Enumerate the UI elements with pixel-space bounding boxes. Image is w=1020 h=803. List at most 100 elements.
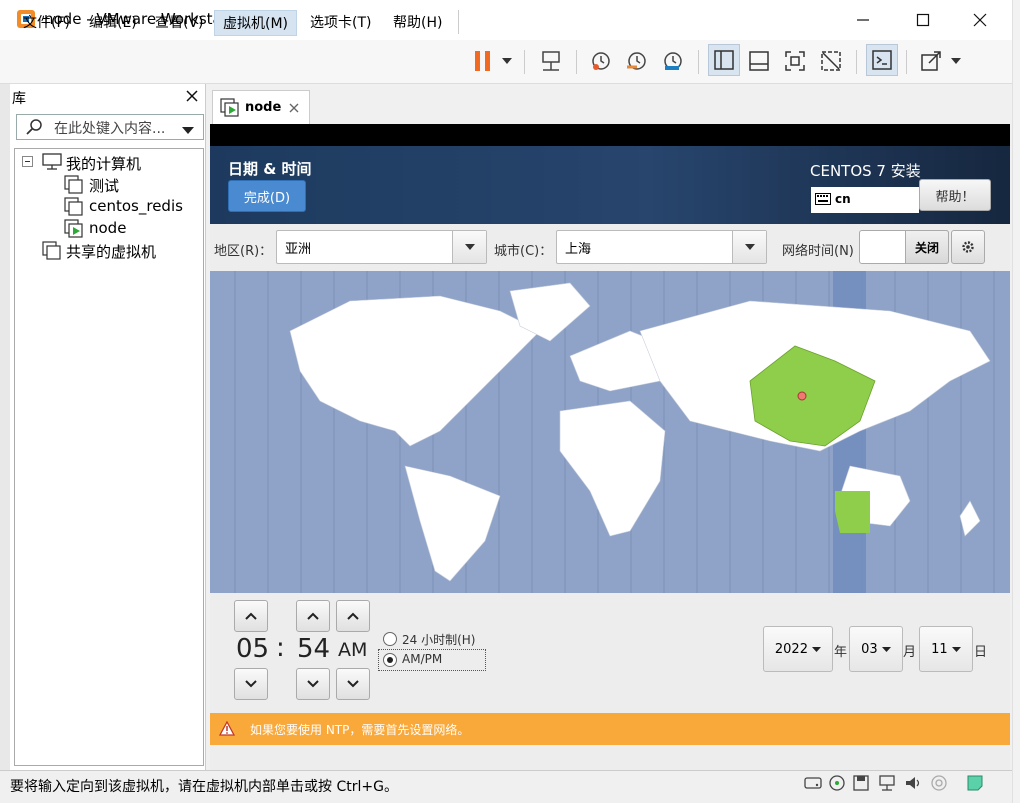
chevron-up-icon	[245, 612, 257, 620]
minimize-button[interactable]	[838, 0, 888, 40]
tree-item-vm-centos-redis[interactable]: centos_redis	[89, 197, 183, 215]
product-title: CENTOS 7 安装	[810, 162, 921, 180]
city-select[interactable]: 上海	[556, 230, 767, 264]
menu-file[interactable]: 文件(F)	[15, 10, 78, 36]
network-adapter-icon[interactable]	[878, 774, 896, 792]
menu-edit[interactable]: 编辑(E)	[81, 10, 145, 36]
message-log-icon[interactable]	[966, 774, 984, 792]
day-select[interactable]: 11	[919, 626, 973, 672]
unity-button[interactable]	[816, 46, 846, 76]
minute-down-button[interactable]	[296, 668, 330, 700]
gear-icon	[962, 241, 974, 253]
floppy-icon[interactable]	[852, 774, 870, 792]
hard-disk-icon[interactable]	[804, 774, 822, 792]
toolbar-separator	[856, 50, 857, 74]
snapshot-button[interactable]	[586, 46, 616, 76]
revert-snapshot-icon	[627, 52, 646, 70]
display-icon[interactable]	[930, 774, 948, 792]
collapse-icon[interactable]	[22, 156, 33, 167]
status-text: 要将输入定向到该虚拟机，请在虚拟机内部单击或按 Ctrl+G。	[10, 779, 398, 795]
computer-icon	[42, 153, 62, 170]
tree-item-vm-node[interactable]: node	[89, 219, 126, 237]
page-title: 日期 & 时间	[228, 160, 312, 178]
snapshot-manager-button[interactable]	[658, 46, 688, 76]
tree-item-shared-vms[interactable]: 共享的虚拟机	[66, 241, 156, 262]
help-button[interactable]: 帮助！	[919, 179, 991, 211]
year-unit: 年	[834, 645, 848, 660]
library-layout-icon	[714, 50, 734, 70]
format-24h-label: 24 小时制(H)	[402, 633, 476, 647]
chevron-up-icon	[347, 612, 359, 620]
tab-close-button[interactable]	[289, 101, 299, 117]
console-icon	[872, 50, 892, 70]
month-select[interactable]: 03	[849, 626, 903, 672]
network-computer-icon	[542, 51, 560, 71]
unity-icon	[821, 51, 841, 71]
toolbar-separator	[906, 50, 907, 74]
tree-item-vm-test[interactable]: 测试	[89, 175, 119, 196]
done-button[interactable]: 完成(D)	[228, 180, 306, 212]
ntp-label: 网络时间(N)	[782, 244, 854, 259]
chevron-down-icon	[347, 680, 359, 688]
chevron-down-icon	[732, 231, 766, 263]
year-value: 2022	[774, 641, 808, 657]
city-label: 城市(C)：	[494, 244, 553, 259]
sound-card-icon[interactable]	[904, 774, 922, 792]
hour-down-button[interactable]	[234, 668, 268, 700]
send-ctrl-alt-del-button[interactable]	[536, 46, 566, 76]
vm-running-icon	[64, 219, 83, 238]
format-ampm-label: AM/PM	[402, 652, 443, 666]
maximize-button[interactable]	[898, 0, 948, 40]
menu-help[interactable]: 帮助(H)	[385, 10, 450, 36]
menu-view[interactable]: 查看(V)	[147, 10, 212, 36]
thumbnail-bar-button[interactable]	[744, 46, 774, 76]
power-dropdown[interactable]	[496, 46, 518, 76]
menu-vm[interactable]: 虚拟机(M)	[214, 10, 298, 36]
tree-item-my-computer[interactable]: 我的计算机	[66, 153, 141, 174]
pause-button[interactable]	[468, 46, 498, 76]
city-value: 上海	[565, 242, 592, 257]
search-dropdown[interactable]	[182, 122, 194, 138]
stretch-dropdown[interactable]	[946, 46, 966, 76]
ntp-settings-button[interactable]	[951, 230, 985, 264]
close-icon	[973, 13, 987, 27]
snapshot-manager-icon	[664, 52, 682, 70]
ampm-up-button[interactable]	[336, 600, 370, 632]
format-ampm-radio[interactable]	[383, 653, 397, 667]
cd-drive-icon[interactable]	[828, 774, 846, 792]
stretch-button[interactable]	[916, 46, 946, 76]
console-view-button[interactable]	[866, 44, 898, 76]
time-separator: :	[276, 633, 285, 663]
library-title: 库	[12, 91, 26, 107]
format-24h-radio[interactable]	[383, 632, 397, 646]
chevron-down-icon	[245, 680, 257, 688]
search-icon	[26, 119, 42, 135]
vm-running-icon	[220, 98, 239, 117]
selected-region-australia	[835, 491, 870, 533]
month-value: 03	[861, 641, 878, 657]
show-library-button[interactable]	[708, 44, 740, 76]
menu-tabs[interactable]: 选项卡(T)	[302, 10, 379, 36]
revert-snapshot-button[interactable]	[622, 46, 652, 76]
snapshot-clock-icon	[592, 52, 610, 70]
world-map	[234, 271, 995, 593]
vm-icon	[64, 197, 83, 216]
region-select[interactable]: 亚洲	[276, 230, 487, 264]
year-select[interactable]: 2022	[763, 626, 833, 672]
close-window-button[interactable]	[955, 0, 1005, 40]
region-value: 亚洲	[285, 242, 312, 257]
ampm-down-button[interactable]	[336, 668, 370, 700]
maximize-icon	[916, 13, 930, 27]
close-icon	[289, 103, 299, 113]
fullscreen-button[interactable]	[780, 46, 810, 76]
pause-icon	[475, 51, 490, 71]
hour-up-button[interactable]	[234, 600, 268, 632]
radio-selected-dot	[387, 657, 393, 663]
library-close-button[interactable]	[186, 88, 198, 106]
keyboard-layout-label: cn	[835, 192, 851, 206]
chevron-down-icon	[182, 127, 194, 134]
timezone-map[interactable]	[210, 271, 1010, 593]
chevron-down-icon	[452, 231, 486, 263]
ntp-toggle-state: 关闭	[905, 230, 949, 264]
minute-up-button[interactable]	[296, 600, 330, 632]
